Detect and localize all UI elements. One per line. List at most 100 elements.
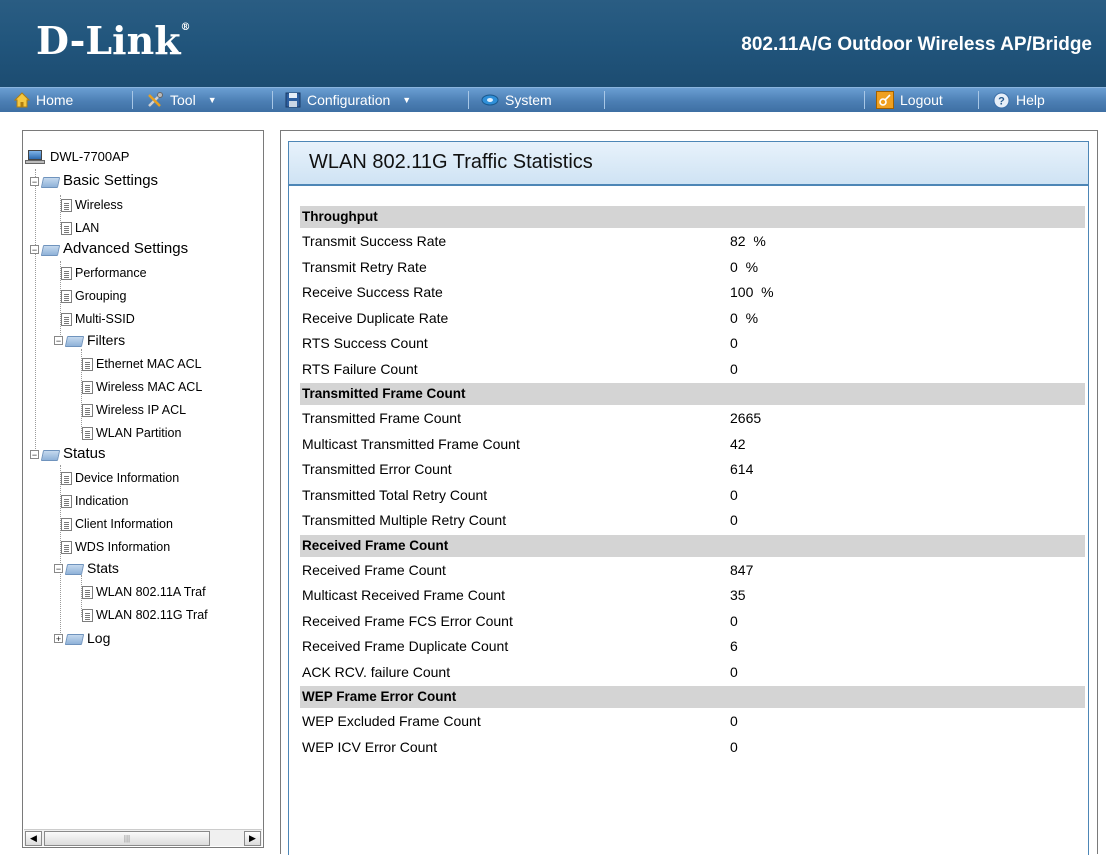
scroll-right-icon[interactable]: ▶ <box>244 831 261 846</box>
stat-value: 0 <box>730 360 738 377</box>
tree-item-label: WLAN 802.11G Traf <box>96 608 208 622</box>
menu-tool[interactable]: Tool ▼ <box>146 88 217 112</box>
stat-label: RTS Failure Count <box>302 360 418 377</box>
tree-item-indication[interactable]: Indication <box>61 491 129 511</box>
section-header-transmitted: Transmitted Frame Count <box>300 383 1085 405</box>
stat-value: 42 <box>730 435 746 452</box>
menu-system-label: System <box>505 92 552 108</box>
svg-text:?: ? <box>998 95 1005 107</box>
menu-configuration[interactable]: Configuration ▼ <box>285 88 411 112</box>
stat-label: Received Frame Duplicate Count <box>302 638 509 654</box>
tree-item-wireless[interactable]: Wireless <box>61 195 123 215</box>
tree-item-performance[interactable]: Performance <box>61 263 147 283</box>
tree-item-label: Client Information <box>75 517 173 531</box>
expand-icon[interactable]: + <box>54 633 63 643</box>
section-title: WEP Frame Error Count <box>302 689 457 704</box>
folder-icon <box>66 632 84 645</box>
stat-row: ACK RCV. failure Count 0 <box>300 660 1085 686</box>
tree-filters[interactable]: − Filters <box>54 330 125 350</box>
stat-label: WEP Excluded Frame Count <box>302 713 481 729</box>
menu-help[interactable]: ? Help <box>993 88 1045 112</box>
computer-icon <box>25 149 47 165</box>
tree-item-wlan-partition[interactable]: WLAN Partition <box>82 423 181 443</box>
tree-item-lan[interactable]: LAN <box>61 218 99 238</box>
folder-icon <box>66 334 84 347</box>
tree-item-wlan-a-traffic[interactable]: WLAN 802.11A Traf <box>82 582 206 602</box>
tree-filters-label: Filters <box>87 332 126 348</box>
stat-value: 0 % <box>730 258 759 275</box>
logout-key-icon <box>876 91 894 109</box>
tree-item-wireless-mac-acl[interactable]: Wireless MAC ACL <box>82 377 202 397</box>
menu-home-label: Home <box>36 92 74 108</box>
page-icon <box>61 221 72 235</box>
tree-item-wlan-g-traffic[interactable]: WLAN 802.11G Traf <box>82 605 208 625</box>
tree-item-client-information[interactable]: Client Information <box>61 514 173 534</box>
menu-separator <box>864 91 865 109</box>
navigation-tree: DWL-7700AP − Basic Settings Wireless LAN… <box>22 130 264 848</box>
collapse-icon[interactable]: − <box>30 176 39 186</box>
page-icon <box>61 198 72 212</box>
stat-value: 6 <box>730 638 738 654</box>
stat-value: 0 <box>730 512 738 528</box>
menu-separator <box>978 91 979 109</box>
tree-stats[interactable]: − Stats <box>54 558 119 578</box>
folder-icon <box>42 243 60 256</box>
folder-icon <box>42 448 60 461</box>
folder-icon <box>42 175 60 188</box>
collapse-icon[interactable]: − <box>54 335 63 345</box>
menu-logout[interactable]: Logout <box>876 88 943 112</box>
system-gear-icon <box>481 94 499 106</box>
section-header-throughput: Throughput <box>300 206 1085 228</box>
tree-item-label: WLAN 802.11A Traf <box>96 585 206 599</box>
stat-value: 0 <box>730 612 738 629</box>
stat-label: Transmitted Total Retry Count <box>302 486 488 503</box>
horizontal-scrollbar[interactable]: ◀ ||| ▶ <box>24 829 262 846</box>
page-icon <box>61 494 72 508</box>
statistics-panel: WLAN 802.11G Traffic Statistics Throughp… <box>288 141 1089 855</box>
tree-root-device[interactable]: DWL-7700AP <box>25 147 129 167</box>
scrollbar-thumb[interactable]: ||| <box>44 831 210 846</box>
tree-item-grouping[interactable]: Grouping <box>61 286 126 306</box>
stat-row: Receive Duplicate Rate 0 % <box>300 306 1085 332</box>
section-title: Transmitted Frame Count <box>302 386 466 401</box>
stat-label: Multicast Received Frame Count <box>302 587 506 603</box>
page-icon <box>82 585 93 599</box>
tree-item-device-information[interactable]: Device Information <box>61 468 179 488</box>
tree-item-ethernet-mac-acl[interactable]: Ethernet MAC ACL <box>82 354 202 374</box>
tree-item-label: Indication <box>75 494 129 508</box>
tree-item-label: WLAN Partition <box>96 426 182 440</box>
stat-row: Transmitted Multiple Retry Count 0 <box>300 508 1085 534</box>
page-icon <box>82 608 93 622</box>
scroll-left-icon[interactable]: ◀ <box>25 831 42 846</box>
stat-label: Transmitted Frame Count <box>302 410 461 426</box>
tree-item-label: Grouping <box>75 289 127 303</box>
section-header-wep: WEP Frame Error Count <box>300 686 1085 708</box>
menu-system[interactable]: System <box>481 88 552 112</box>
menu-home[interactable]: Home <box>14 88 73 112</box>
page-icon <box>61 266 72 280</box>
collapse-icon[interactable]: − <box>54 563 63 573</box>
page-icon <box>82 357 93 371</box>
tree-status[interactable]: − Status <box>30 444 106 464</box>
tree-log[interactable]: + Log <box>54 628 110 648</box>
collapse-icon[interactable]: − <box>30 244 39 254</box>
stat-row: Multicast Transmitted Frame Count 42 <box>300 432 1085 458</box>
menu-separator <box>604 91 605 109</box>
tree-item-multi-ssid[interactable]: Multi-SSID <box>61 309 135 329</box>
tree-advanced-settings[interactable]: − Advanced Settings <box>30 239 188 259</box>
header-banner: D-Link® 802.11A/G Outdoor Wireless AP/Br… <box>0 0 1106 87</box>
collapse-icon[interactable]: − <box>30 449 39 459</box>
tree-item-wireless-ip-acl[interactable]: Wireless IP ACL <box>82 400 186 420</box>
page-icon <box>61 540 72 554</box>
stat-label: RTS Success Count <box>302 335 428 351</box>
stat-label: WEP ICV Error Count <box>302 738 438 755</box>
page-icon <box>61 517 72 531</box>
tree-basic-settings[interactable]: − Basic Settings <box>30 171 158 191</box>
tree-item-label: LAN <box>75 221 100 235</box>
tree-item-label: WDS Information <box>75 540 171 554</box>
stat-value: 847 <box>730 561 754 578</box>
tree-item-wds-information[interactable]: WDS Information <box>61 537 170 557</box>
stat-row: Transmit Success Rate 82 % <box>300 229 1085 255</box>
menu-logout-label: Logout <box>900 92 943 108</box>
tree-status-label: Status <box>63 445 106 462</box>
